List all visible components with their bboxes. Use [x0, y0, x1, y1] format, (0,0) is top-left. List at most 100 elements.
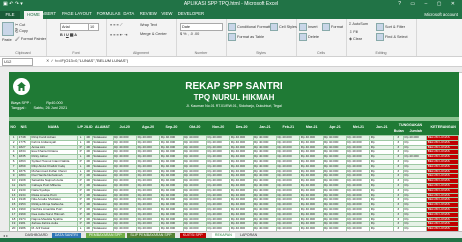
- align-top-buttons[interactable]: ≡ ≡ ≡ ⟋: [110, 23, 122, 27]
- window-controls[interactable]: ? ▭ – ▢ ✕: [398, 1, 459, 7]
- autosum-button[interactable]: Σ AutoSum: [349, 22, 368, 26]
- alignment-group-label: Alignment: [133, 51, 149, 55]
- tab-review[interactable]: REVIEW: [140, 11, 157, 16]
- merge-center-button[interactable]: Merge & Center: [140, 32, 167, 36]
- insert-cells-button[interactable]: Insert: [299, 23, 318, 31]
- cell-styles-label: Cell Styles: [279, 25, 297, 29]
- spp-table: 1 1748 Rizqi Fardi Adnan L 4D Sidakaton Rp 40.…: [8, 135, 459, 242]
- biaya-spp: Biaya SPP : Rp40.000: [11, 101, 63, 105]
- column-header: Agu-20: [141, 125, 155, 129]
- font-name-select[interactable]: Arial: [60, 23, 89, 31]
- number-format-select[interactable]: Date: [180, 23, 223, 31]
- fill-label: Fill: [353, 30, 359, 34]
- column-header: Jun-21: [376, 125, 388, 129]
- number-buttons[interactable]: $ % , .0 .00: [180, 32, 199, 36]
- cell-styles-icon: [270, 23, 278, 31]
- column-header: L/P: [77, 125, 84, 129]
- sort-filter-button[interactable]: Sort & Filter: [376, 23, 405, 31]
- column-header: Apr-21: [329, 125, 341, 129]
- formula-bar: U12 ✕ ✓ fx =IF(O13=0,"LUNAS","BELUM LUNA…: [0, 57, 462, 67]
- tab-formulas[interactable]: FORMULAS: [97, 11, 121, 16]
- format-cells-button[interactable]: Format: [322, 23, 343, 31]
- format-table-label: Format as Table: [237, 35, 265, 39]
- tab-view[interactable]: VIEW: [161, 11, 172, 16]
- insert-label: Insert: [308, 25, 318, 29]
- tab-data[interactable]: DATA: [123, 11, 134, 16]
- delete-label: Delete: [308, 35, 319, 39]
- group-font: Arial 10 B I U ▦ A Font: [46, 19, 107, 56]
- copy-label: Copy: [19, 29, 28, 33]
- fill-button[interactable]: ⇩ Fill: [349, 29, 358, 34]
- report-banner: REKAP SPP SANTRI TPQ NURUL HIKMAH Jl. Ka…: [9, 72, 459, 117]
- sort-label: Sort & Filter: [385, 25, 406, 29]
- font-size-select[interactable]: 10: [88, 23, 99, 31]
- format-label: Format: [331, 25, 344, 29]
- tanggal: Tanggal : Sabtu, 26 Juni 2021: [11, 106, 67, 110]
- column-header: NO: [10, 125, 16, 129]
- ribbon-tab-bar: FILE HOME INSERT PAGE LAYOUT FORMULAS DATA REV…: [0, 9, 462, 19]
- cell-styles-button[interactable]: Cell Styles: [270, 23, 297, 31]
- copy-button[interactable]: ⎘ Copy: [15, 29, 28, 33]
- column-header: Okt-20: [189, 125, 201, 129]
- format-table-icon: [228, 33, 236, 41]
- align-buttons[interactable]: ≡ ≡ ≡ ⇤ ⇥: [110, 32, 127, 37]
- account-name[interactable]: Microsoft account: [424, 12, 458, 17]
- paste-label[interactable]: Paste: [2, 38, 12, 42]
- tanggal-label: Tanggal :: [11, 106, 27, 110]
- group-styles: Conditional Formatting Format as Table C…: [226, 19, 297, 56]
- find-select-button[interactable]: Find & Select: [376, 33, 408, 41]
- column-header: Jumlah: [409, 129, 423, 133]
- find-icon: [376, 33, 384, 41]
- clipboard-group-label: Clipboard: [15, 51, 31, 55]
- tab-file[interactable]: FILE: [0, 11, 20, 19]
- group-number: Date $ % , .0 .00 Number: [176, 19, 227, 56]
- clear-button[interactable]: ◈ Clear: [349, 36, 362, 41]
- column-header: JILID: [83, 125, 93, 129]
- column-header: Feb-21: [282, 125, 295, 129]
- column-header: NIS: [20, 125, 27, 129]
- formula-input[interactable]: =IF(O13=0,"LUNAS","BELUM LUNAS"): [58, 58, 128, 64]
- cut-button[interactable]: ✂ Cut: [15, 22, 25, 27]
- delete-cells-button[interactable]: Delete: [299, 33, 319, 41]
- cells-group-label: Cells: [317, 51, 325, 55]
- format-buttons[interactable]: B I U ▦ A: [60, 32, 77, 37]
- format-icon: [322, 23, 330, 31]
- fx-icon[interactable]: ✕ ✓ fx: [46, 58, 58, 63]
- report-title: REKAP SPP SANTRI: [185, 81, 283, 92]
- group-editing: Σ AutoSum ⇩ Fill ◈ Clear Sort & Filter F…: [346, 19, 417, 56]
- group-cells: Insert Delete Format Cells: [296, 19, 347, 56]
- name-box[interactable]: U12: [2, 58, 33, 66]
- insert-icon: [299, 23, 307, 31]
- column-header: Mar-21: [305, 125, 318, 129]
- tab-developer[interactable]: DEVELOPER: [178, 11, 204, 16]
- font-group-label: Font: [72, 51, 80, 55]
- column-header: Sep-20: [165, 125, 178, 129]
- delete-icon: [299, 33, 307, 41]
- format-as-table-button[interactable]: Format as Table: [228, 33, 264, 41]
- ribbon: Paste ✂ Cut ⎘ Copy 🖌 Format Painter Clip…: [0, 19, 462, 57]
- column-header: NAMA: [48, 125, 59, 129]
- conditional-formatting-button[interactable]: Conditional Formatting: [228, 23, 275, 31]
- wrap-text-button[interactable]: Wrap Text: [140, 23, 157, 27]
- sort-icon: [376, 23, 384, 31]
- column-header: KETERANGAN: [430, 125, 456, 129]
- biaya-label: Biaya SPP :: [11, 101, 32, 105]
- biaya-value: Rp40.000: [46, 101, 63, 105]
- cut-label: Cut: [19, 23, 26, 27]
- number-group-label: Number: [194, 51, 208, 55]
- column-header: Bulan: [393, 129, 404, 133]
- tab-page-layout[interactable]: PAGE LAYOUT: [62, 11, 92, 16]
- format-painter-button[interactable]: 🖌 Format Painter: [15, 36, 46, 41]
- conditional-formatting-icon: [228, 23, 236, 31]
- clear-label: Clear: [352, 37, 363, 41]
- table-header: NO NIS NAMA L/P JILID ALAMAT Jul-20 Agu-20 Sep-2…: [9, 121, 459, 135]
- group-alignment: ≡ ≡ ≡ ⟋ ≡ ≡ ≡ ⇤ ⇥ Wrap Text Merge & Cent…: [106, 19, 177, 56]
- title-bar: ▣ ↶ ↷ ▾ APLIKASI SPP TPQ.html - Microsof…: [0, 0, 462, 9]
- report-subtitle: TPQ NURUL HIKMAH: [193, 93, 275, 102]
- status-bar: [0, 238, 462, 242]
- autosum-label: AutoSum: [352, 22, 369, 26]
- paste-button[interactable]: [2, 22, 15, 36]
- column-header: Jul-20: [119, 125, 130, 129]
- tab-insert[interactable]: INSERT: [40, 11, 56, 16]
- column-header: Nov-20: [212, 125, 225, 129]
